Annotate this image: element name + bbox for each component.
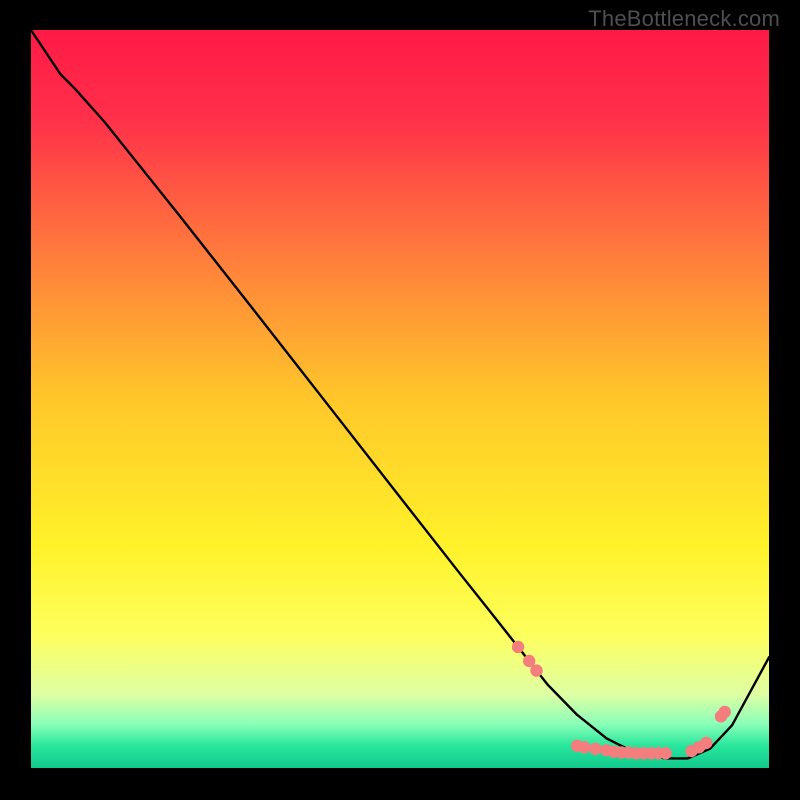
highlight-point	[589, 743, 601, 755]
watermark-text: TheBottleneck.com	[588, 6, 780, 32]
highlight-point	[719, 706, 731, 718]
highlight-point	[659, 747, 671, 759]
chart-frame	[31, 30, 769, 768]
highlight-point	[512, 641, 524, 653]
bottleneck-chart	[31, 30, 769, 768]
highlight-point	[578, 741, 590, 753]
highlight-point	[700, 737, 712, 749]
highlight-point	[530, 664, 542, 676]
chart-background	[31, 30, 769, 768]
